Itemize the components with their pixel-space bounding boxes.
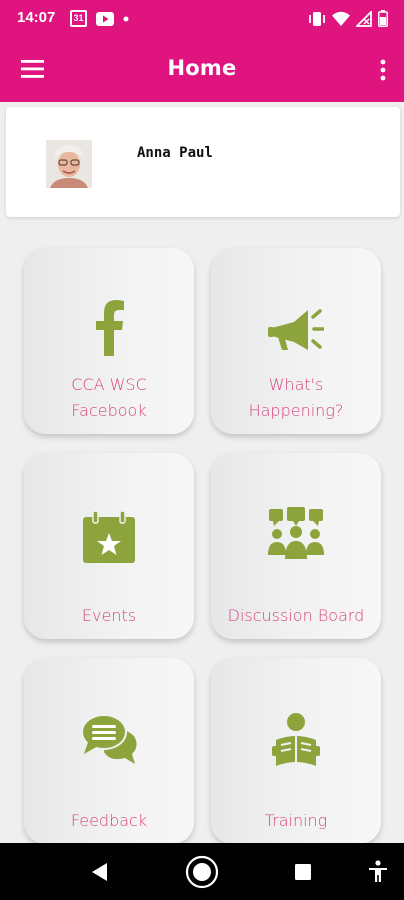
status-right-icons xyxy=(308,10,388,27)
tile-label-line2: Facebook xyxy=(71,401,147,420)
app-bar: Home xyxy=(0,38,404,102)
dot-icon xyxy=(123,16,129,21)
tile-label-line1: What's xyxy=(268,375,324,394)
status-left-icons: 31 xyxy=(70,10,129,27)
status-time: 14:07 xyxy=(17,9,56,26)
accessibility-icon xyxy=(369,860,387,882)
tile-label-line2: Happening? xyxy=(248,401,344,420)
more-options-button[interactable] xyxy=(378,58,388,82)
tile-label: Training xyxy=(264,811,328,830)
tile-events[interactable]: Events xyxy=(24,453,194,639)
status-bar: 14:07 31 xyxy=(0,0,404,38)
recents-square-icon xyxy=(295,864,311,880)
back-button[interactable] xyxy=(90,861,110,887)
page-title: Home xyxy=(167,56,237,80)
vibrate-icon xyxy=(309,11,325,26)
top-bar: 14:07 31 Home xyxy=(0,0,404,102)
calendar-day: 31 xyxy=(73,13,84,23)
home-button[interactable] xyxy=(185,855,219,893)
reading-person-icon xyxy=(272,713,320,766)
megaphone-icon xyxy=(268,309,324,350)
profile-name: Anna Paul xyxy=(137,145,213,161)
discussion-group-icon xyxy=(268,507,324,559)
wifi-icon xyxy=(332,11,350,26)
tile-label: Discussion Board xyxy=(227,606,365,625)
system-nav-bar xyxy=(0,843,404,900)
tile-whats-happening[interactable]: What's Happening? xyxy=(211,248,381,434)
calendar-star-icon xyxy=(83,510,135,563)
chat-bubbles-icon xyxy=(81,714,137,764)
calendar-icon: 31 xyxy=(70,10,87,27)
tile-feedback[interactable]: Feedback xyxy=(24,658,194,844)
tile-training[interactable]: Training xyxy=(211,658,381,844)
tile-facebook[interactable]: CCA WSC Facebook xyxy=(24,248,194,434)
tile-label: Feedback xyxy=(70,811,148,830)
more-vertical-icon xyxy=(380,59,386,81)
signal-icon xyxy=(356,10,372,27)
tile-label-line1: CCA WSC xyxy=(71,375,147,394)
back-triangle-icon xyxy=(92,863,107,881)
home-circle-icon xyxy=(185,855,219,889)
facebook-icon xyxy=(96,300,124,356)
tile-label: Events xyxy=(81,606,137,625)
avatar xyxy=(46,140,92,188)
tile-discussion-board[interactable]: Discussion Board xyxy=(211,453,381,639)
accessibility-button[interactable] xyxy=(368,860,388,888)
profile-card[interactable]: Anna Paul xyxy=(6,107,400,217)
youtube-icon xyxy=(96,11,114,26)
recents-button[interactable] xyxy=(294,863,312,885)
battery-icon xyxy=(378,10,388,27)
